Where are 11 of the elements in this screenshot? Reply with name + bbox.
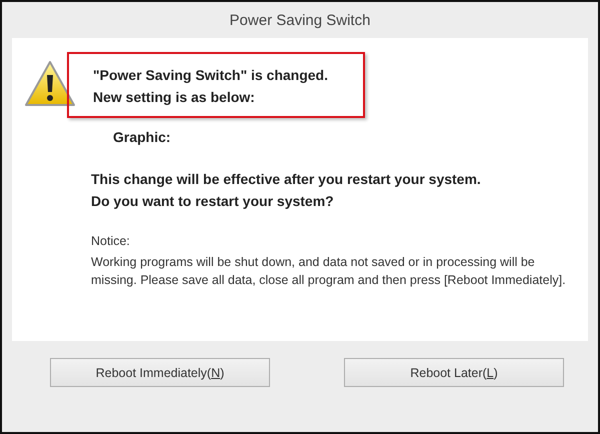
message-text: "Power Saving Switch" is changed. (93, 66, 329, 85)
warning-icon (24, 60, 76, 108)
question-text: This change will be effective after you restart your system. (91, 170, 481, 189)
window-title: Power Saving Switch (228, 10, 372, 30)
question-text: Do you want to restart your system? (91, 192, 335, 211)
reboot-button[interactable]: Reboot Immediately(N) (50, 358, 270, 387)
setting-label: Graphic: (113, 128, 171, 147)
notice-heading: Notice: (91, 234, 131, 248)
reboot-button[interactable]: Reboot Later(L) (344, 358, 564, 387)
message-text: New setting is as below: (93, 88, 256, 107)
notice-text: Working programs will be shut down, and data not saved or in processing will be missing. Please save all data, close all program and then press [Reboot Immediately]. (91, 254, 567, 289)
